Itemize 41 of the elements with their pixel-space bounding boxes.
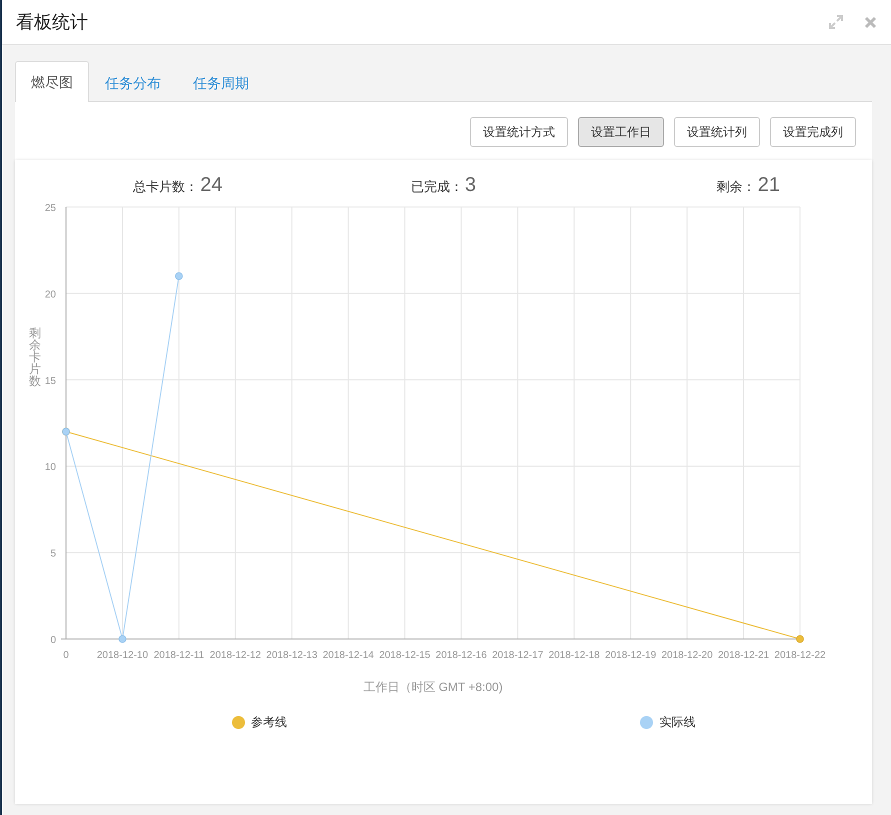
stat-value: 3 <box>464 174 476 197</box>
tab[interactable]: 燃尽图 <box>15 61 89 102</box>
x-tick-label: 2018-12-20 <box>662 650 713 661</box>
maximize-icon[interactable] <box>828 14 844 30</box>
toolbar-button[interactable]: 设置统计方式 <box>470 117 568 147</box>
x-tick-label: 2018-12-19 <box>605 650 656 661</box>
toolbar-button[interactable]: 设置统计列 <box>674 117 760 147</box>
x-tick-label: 2018-12-18 <box>548 650 600 661</box>
x-tick-label: 2018-12-22 <box>774 650 826 661</box>
x-tick-label: 2018-12-10 <box>96 650 148 661</box>
stat-label: 总卡片数： <box>133 178 198 196</box>
window-title: 看板统计 <box>16 11 89 34</box>
stat-label: 已完成： <box>410 178 463 196</box>
x-tick-label: 2018-12-17 <box>492 650 544 661</box>
x-tick-label: 0 <box>63 650 69 661</box>
legend-label: 实际线 <box>659 714 696 731</box>
y-tick-label: 20 <box>44 289 56 300</box>
stat-label: 剩余： <box>716 178 756 196</box>
y-tick-label: 25 <box>44 203 56 214</box>
toolbar-button[interactable]: 设置工作日 <box>578 117 664 147</box>
data-point <box>175 272 183 280</box>
stat-value: 24 <box>200 174 222 197</box>
x-axis-title: 工作日（时区 GMT +8:00) <box>363 680 503 694</box>
data-point <box>796 635 804 643</box>
x-tick-label: 2018-12-15 <box>379 650 430 661</box>
x-tick-label: 2018-12-14 <box>322 650 374 661</box>
data-point <box>118 635 126 643</box>
y-tick-label: 15 <box>44 376 56 387</box>
x-tick-label: 2018-12-13 <box>266 650 318 661</box>
y-tick-label: 0 <box>50 635 56 646</box>
y-axis-title: 剩余卡片数 <box>29 326 41 388</box>
y-tick-label: 10 <box>44 462 56 474</box>
toolbar-button[interactable]: 设置完成列 <box>770 117 856 147</box>
x-tick-label: 2018-12-16 <box>436 650 487 661</box>
x-tick-label: 2018-12-11 <box>154 650 204 661</box>
y-tick-label: 5 <box>50 548 56 560</box>
x-tick-label: 2018-12-12 <box>210 650 261 661</box>
x-tick-label: 2018-12-21 <box>718 650 770 661</box>
close-icon[interactable] <box>864 16 877 28</box>
legend-label: 参考线 <box>250 714 287 731</box>
stat-value: 21 <box>758 174 780 197</box>
